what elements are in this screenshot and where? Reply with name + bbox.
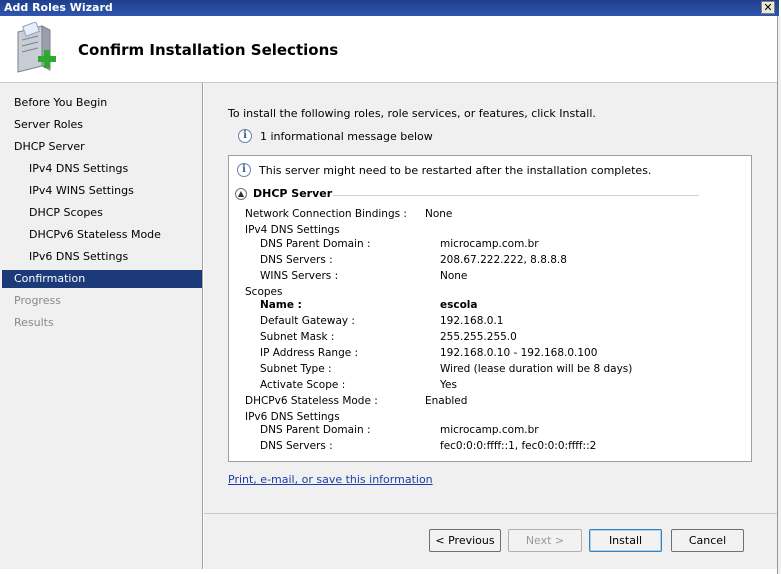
detail-value: 192.168.0.1 bbox=[440, 315, 504, 327]
detail-label: IP Address Range : bbox=[260, 347, 359, 359]
previous-button[interactable]: < Previous bbox=[429, 529, 501, 552]
intro-text: To install the following roles, role ser… bbox=[228, 107, 596, 120]
sidebar-item-dhcpv6-stateless-mode[interactable]: DHCPv6 Stateless Mode bbox=[4, 226, 202, 244]
detail-value: microcamp.com.br bbox=[440, 238, 539, 250]
restart-notice: i This server might need to be restarted… bbox=[237, 163, 651, 177]
detail-label: Activate Scope : bbox=[260, 379, 346, 391]
detail-label: DHCPv6 Stateless Mode : bbox=[245, 395, 378, 407]
detail-value: Enabled bbox=[425, 395, 468, 407]
detail-value: fec0:0:0:ffff::1, fec0:0:0:ffff::2 bbox=[440, 440, 597, 452]
close-button[interactable]: ✕ bbox=[761, 1, 775, 14]
sidebar-item-ipv4-dns-settings[interactable]: IPv4 DNS Settings bbox=[4, 160, 202, 178]
detail-value: escola bbox=[440, 299, 478, 311]
sidebar-item-before-you-begin[interactable]: Before You Begin bbox=[4, 94, 202, 112]
info-message: 1 informational message below bbox=[260, 129, 433, 143]
close-icon: ✕ bbox=[763, 1, 773, 14]
detail-label: Subnet Type : bbox=[260, 363, 332, 375]
detail-value: 255.255.255.0 bbox=[440, 331, 517, 343]
wizard-sidebar: Before You Begin Server Roles DHCP Serve… bbox=[0, 83, 203, 569]
info-icon: i bbox=[237, 163, 251, 177]
detail-label: DNS Servers : bbox=[260, 440, 333, 452]
detail-label: Network Connection Bindings : bbox=[245, 208, 407, 220]
detail-value: microcamp.com.br bbox=[440, 424, 539, 436]
sidebar-item-dhcp-scopes[interactable]: DHCP Scopes bbox=[4, 204, 202, 222]
confirmation-details[interactable]: i This server might need to be restarted… bbox=[228, 155, 752, 462]
window-border bbox=[777, 16, 781, 574]
restart-notice-text: This server might need to be restarted a… bbox=[259, 163, 652, 177]
divider bbox=[204, 513, 777, 514]
install-button[interactable]: Install bbox=[589, 529, 662, 552]
detail-value: 208.67.222.222, 8.8.8.8 bbox=[440, 254, 567, 266]
info-icon: i bbox=[238, 129, 252, 143]
sidebar-item-dhcp-server[interactable]: DHCP Server bbox=[4, 138, 202, 156]
detail-label: Default Gateway : bbox=[260, 315, 355, 327]
sidebar-item-ipv6-dns-settings[interactable]: IPv6 DNS Settings bbox=[4, 248, 202, 266]
detail-value: None bbox=[440, 270, 468, 282]
detail-label: WINS Servers : bbox=[260, 270, 339, 282]
wizard-header: Confirm Installation Selections bbox=[0, 16, 777, 83]
sidebar-item-server-roles[interactable]: Server Roles bbox=[4, 116, 202, 134]
server-add-icon bbox=[17, 22, 56, 73]
page-title: Confirm Installation Selections bbox=[78, 41, 339, 59]
print-email-save-link[interactable]: Print, e-mail, or save this information bbox=[228, 473, 433, 486]
window-title: Add Roles Wizard bbox=[4, 1, 113, 14]
title-bar: Add Roles Wizard ✕ bbox=[0, 0, 779, 16]
next-button: Next > bbox=[508, 529, 582, 552]
sidebar-item-confirmation[interactable]: Confirmation bbox=[2, 270, 202, 288]
sidebar-item-progress: Progress bbox=[14, 294, 61, 307]
sidebar-item-results: Results bbox=[14, 316, 54, 329]
detail-value: Wired (lease duration will be 8 days) bbox=[440, 363, 633, 375]
detail-value: None bbox=[425, 208, 453, 220]
cancel-button[interactable]: Cancel bbox=[671, 529, 744, 552]
wizard-content: To install the following roles, role ser… bbox=[204, 83, 777, 569]
detail-label: Name : bbox=[260, 299, 302, 311]
detail-label: DNS Servers : bbox=[260, 254, 333, 266]
detail-value: Yes bbox=[440, 379, 457, 391]
divider bbox=[333, 195, 699, 196]
section-header-dhcp-server[interactable]: ▲ DHCP Server bbox=[235, 187, 332, 200]
detail-value: 192.168.0.10 - 192.168.0.100 bbox=[440, 347, 598, 359]
detail-label: Subnet Mask : bbox=[260, 331, 335, 343]
sidebar-item-ipv4-wins-settings[interactable]: IPv4 WINS Settings bbox=[4, 182, 202, 200]
collapse-icon[interactable]: ▲ bbox=[235, 187, 247, 200]
section-title: DHCP Server bbox=[253, 187, 333, 200]
info-summary: i 1 informational message below bbox=[238, 129, 433, 143]
detail-label: IPv4 DNS Settings bbox=[245, 224, 340, 236]
detail-label: DNS Parent Domain : bbox=[260, 424, 371, 436]
detail-label: DNS Parent Domain : bbox=[260, 238, 371, 250]
